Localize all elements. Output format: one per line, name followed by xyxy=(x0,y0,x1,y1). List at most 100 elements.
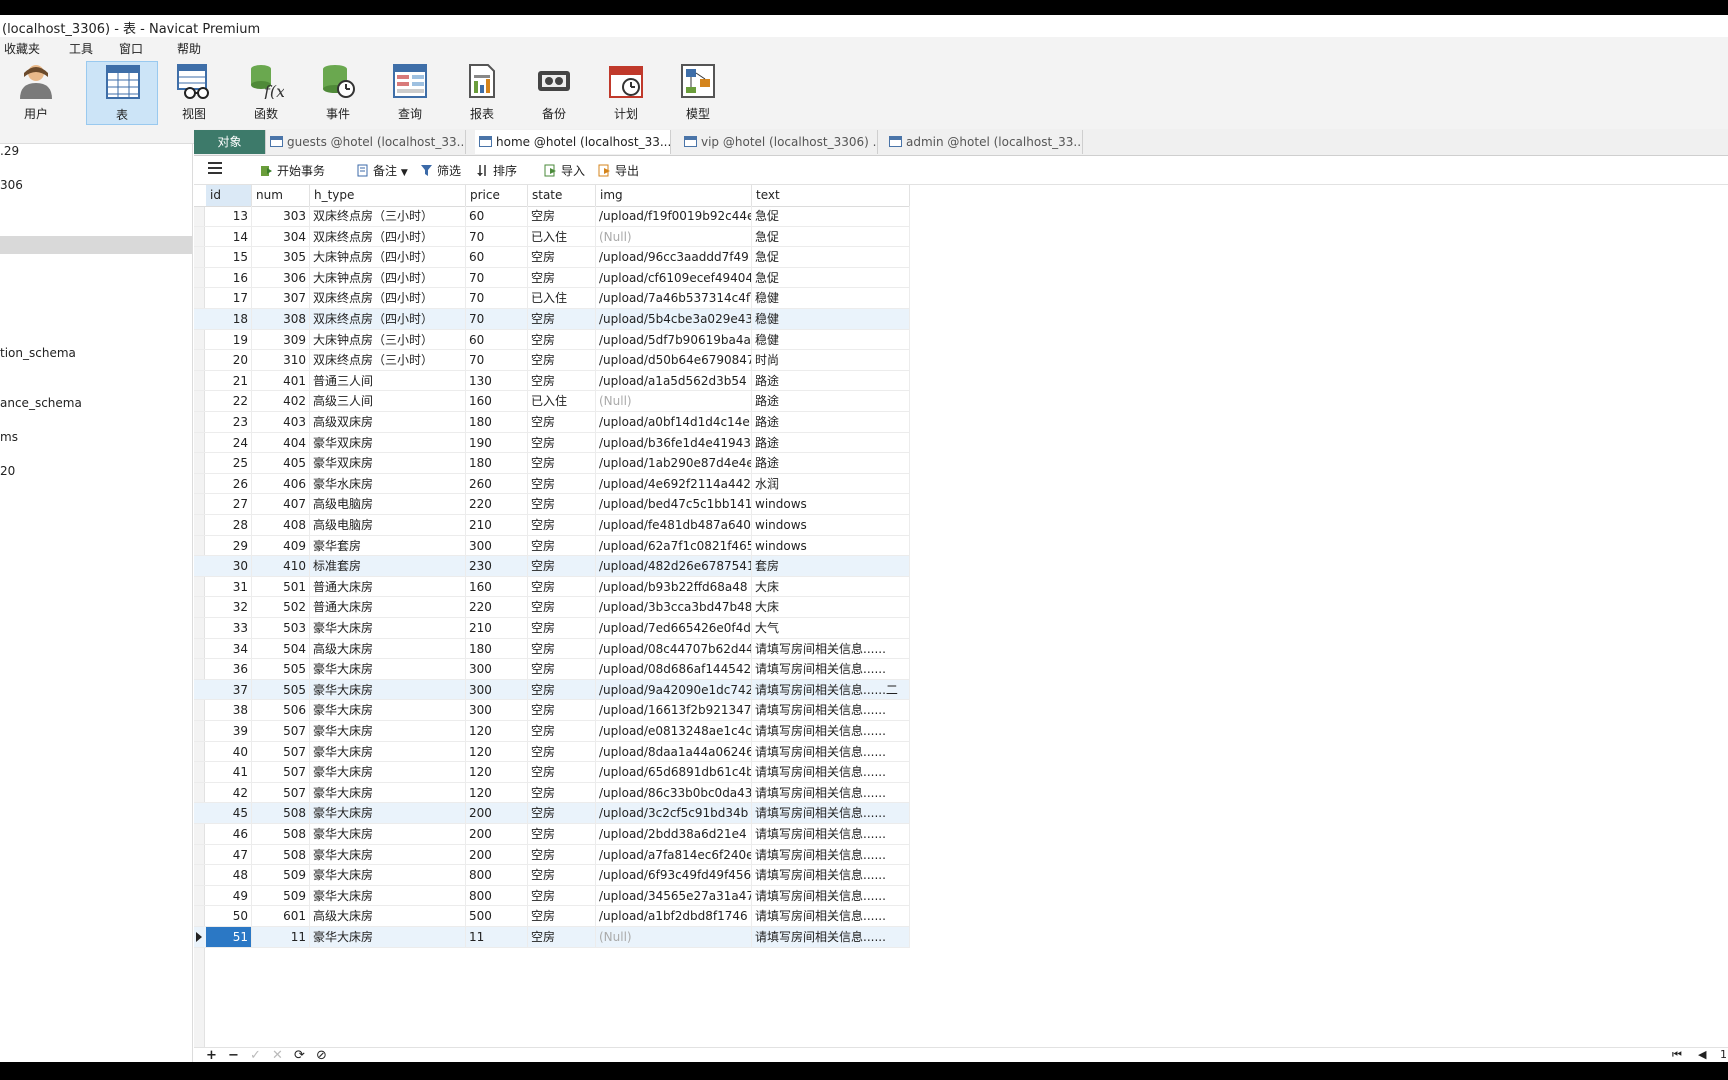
toolbar-schedule-button[interactable]: 计划 xyxy=(590,61,662,125)
sidebar-selected-item[interactable] xyxy=(0,236,192,254)
cell-num[interactable]: 504 xyxy=(252,638,310,659)
cell-state[interactable]: 空房 xyxy=(528,927,596,947)
cell-h_type[interactable]: 高级双床房 xyxy=(310,412,466,432)
cell-img[interactable]: /upload/bed47c5c1bb141 xyxy=(596,494,752,515)
cell-img[interactable]: /upload/5df7b90619ba4a xyxy=(596,329,752,350)
cell-price[interactable]: 70 xyxy=(466,226,528,247)
cell-img[interactable]: /upload/9a42090e1dc742 xyxy=(596,679,752,700)
cell-price[interactable]: 200 xyxy=(466,824,528,844)
sidebar-item[interactable]: 20 xyxy=(0,464,15,478)
cell-price[interactable]: 300 xyxy=(466,700,528,721)
cell-img[interactable]: /upload/482d26e6787541 xyxy=(596,556,752,577)
cell-state[interactable]: 空房 xyxy=(528,700,596,721)
cell-id[interactable]: 20 xyxy=(206,350,252,371)
cell-price[interactable]: 120 xyxy=(466,762,528,783)
cell-h_type[interactable]: 豪华大床房 xyxy=(310,659,466,680)
cell-id[interactable]: 23 xyxy=(206,412,252,432)
cell-num[interactable]: 406 xyxy=(252,473,310,494)
column-header-price[interactable]: price xyxy=(466,185,528,206)
cell-price[interactable]: 60 xyxy=(466,329,528,350)
column-header-text[interactable]: text xyxy=(752,185,910,206)
cell-num[interactable]: 509 xyxy=(252,865,310,886)
cell-img[interactable]: /upload/08d686af144542 xyxy=(596,659,752,680)
column-header-id[interactable]: id xyxy=(206,185,252,206)
cell-num[interactable]: 309 xyxy=(252,329,310,350)
cell-num[interactable]: 11 xyxy=(252,927,310,947)
cell-text[interactable]: 路途 xyxy=(752,370,910,391)
table-row[interactable]: 17 307 双床终点房（四小时） 70 已入住/upload/7a46b537314c… xyxy=(194,288,910,309)
cell-id[interactable]: 22 xyxy=(206,391,252,412)
table-row[interactable]: 18 308 双床终点房（四小时） 70 空房/upload/5b4cbe3a029e4… xyxy=(194,309,910,330)
cell-img[interactable]: /upload/d50b64e6790847 xyxy=(596,350,752,371)
cell-state[interactable]: 空房 xyxy=(528,206,596,226)
cell-price[interactable]: 200 xyxy=(466,844,528,865)
table-row[interactable]: 36 505 豪华大床房 300 空房/upload/08d686af144542 请填写… xyxy=(194,659,910,680)
cell-h_type[interactable]: 豪华大床房 xyxy=(310,679,466,700)
cell-state[interactable]: 空房 xyxy=(528,247,596,268)
cell-h_type[interactable]: 豪华大床房 xyxy=(310,885,466,906)
sidebar-item[interactable]: .29 xyxy=(0,144,19,158)
tab-table[interactable]: vip @hotel (localhost_3306) ... xyxy=(680,130,878,154)
cell-price[interactable]: 70 xyxy=(466,309,528,329)
column-header-img[interactable]: img xyxy=(596,185,752,206)
cell-state[interactable]: 空房 xyxy=(528,309,596,329)
cell-text[interactable]: 稳健 xyxy=(752,288,910,309)
cell-id[interactable]: 15 xyxy=(206,247,252,268)
cell-text[interactable]: 急促 xyxy=(752,226,910,247)
cell-h_type[interactable]: 大床钟点房（四小时） xyxy=(310,247,466,268)
table-row[interactable]: 46 508 豪华大床房 200 空房/upload/2bdd38a6d21e4 请填写房… xyxy=(194,824,910,845)
menu-window[interactable]: 窗口 xyxy=(119,40,143,57)
cell-num[interactable]: 508 xyxy=(252,803,310,824)
export-button[interactable]: 导出 xyxy=(598,162,639,179)
cell-h_type[interactable]: 普通三人间 xyxy=(310,370,466,391)
cell-price[interactable]: 230 xyxy=(466,556,528,577)
tab-table[interactable]: guests @hotel (localhost_33... xyxy=(266,130,466,154)
cell-id[interactable]: 31 xyxy=(206,576,252,597)
toolbar-view-button[interactable]: 视图 xyxy=(158,61,230,125)
cell-price[interactable]: 60 xyxy=(466,206,528,226)
toolbar-user-button[interactable]: 用户 xyxy=(0,61,72,125)
cell-num[interactable]: 505 xyxy=(252,679,310,700)
cell-h_type[interactable]: 豪华大床房 xyxy=(310,865,466,886)
cell-img[interactable]: /upload/2bdd38a6d21e4 xyxy=(596,824,752,844)
delete-record-button[interactable]: − xyxy=(228,1048,239,1062)
cell-num[interactable]: 507 xyxy=(252,741,310,762)
cell-id[interactable]: 26 xyxy=(206,473,252,494)
cell-text[interactable]: 请填写房间相关信息...... xyxy=(752,803,910,824)
cell-state[interactable]: 空房 xyxy=(528,885,596,906)
cell-text[interactable]: 急促 xyxy=(752,267,910,288)
cell-num[interactable]: 507 xyxy=(252,721,310,741)
cell-id[interactable]: 25 xyxy=(206,453,252,474)
cell-num[interactable]: 402 xyxy=(252,391,310,412)
table-row[interactable]: 47 508 豪华大床房 200 空房/upload/a7fa814ec6f240e 请填… xyxy=(194,844,910,866)
sidebar-item[interactable]: ms xyxy=(0,430,18,444)
toolbar-function-button[interactable]: f(x) 函数 xyxy=(230,61,302,125)
cell-state[interactable]: 已入住 xyxy=(528,288,596,309)
cell-id[interactable]: 34 xyxy=(206,638,252,659)
table-row[interactable]: 22 402 高级三人间 160 已入住 (Null) 路途 xyxy=(194,391,910,412)
cell-text[interactable]: 急促 xyxy=(752,206,910,226)
cell-id[interactable]: 33 xyxy=(206,618,252,638)
cell-id[interactable]: 17 xyxy=(206,288,252,309)
cell-state[interactable]: 空房 xyxy=(528,618,596,638)
cell-state[interactable]: 空房 xyxy=(528,267,596,288)
cell-img[interactable]: /upload/7ed665426e0f4d xyxy=(596,618,752,638)
table-row[interactable]: 24 404 豪华双床房 190 空房/upload/b36fe1d4e41943 路途 xyxy=(194,432,910,454)
cell-price[interactable]: 120 xyxy=(466,782,528,803)
cell-price[interactable]: 120 xyxy=(466,721,528,741)
cell-img[interactable]: /upload/a1a5d562d3b54 xyxy=(596,370,752,391)
cell-h_type[interactable]: 高级三人间 xyxy=(310,391,466,412)
cell-h_type[interactable]: 豪华大床房 xyxy=(310,803,466,824)
cell-img[interactable]: /upload/34565e27a31a47 xyxy=(596,885,752,906)
cell-price[interactable]: 130 xyxy=(466,370,528,391)
cell-text[interactable]: 路途 xyxy=(752,391,910,412)
cell-h_type[interactable]: 高级大床房 xyxy=(310,638,466,659)
cell-img[interactable]: /upload/3b3cca3bd47b48 xyxy=(596,597,752,618)
cell-state[interactable]: 空房 xyxy=(528,432,596,453)
table-row[interactable]: 16 306 大床钟点房（四小时） 70 空房/upload/cf6109ecef494… xyxy=(194,267,910,289)
cell-price[interactable]: 220 xyxy=(466,494,528,515)
cell-text[interactable]: 稳健 xyxy=(752,329,910,350)
cell-text[interactable]: 请填写房间相关信息...... xyxy=(752,927,910,947)
hamburger-icon[interactable] xyxy=(208,162,222,177)
table-row[interactable]: 23 403 高级双床房 180 空房/upload/a0bf14d1d4c14e 路途 xyxy=(194,412,910,433)
